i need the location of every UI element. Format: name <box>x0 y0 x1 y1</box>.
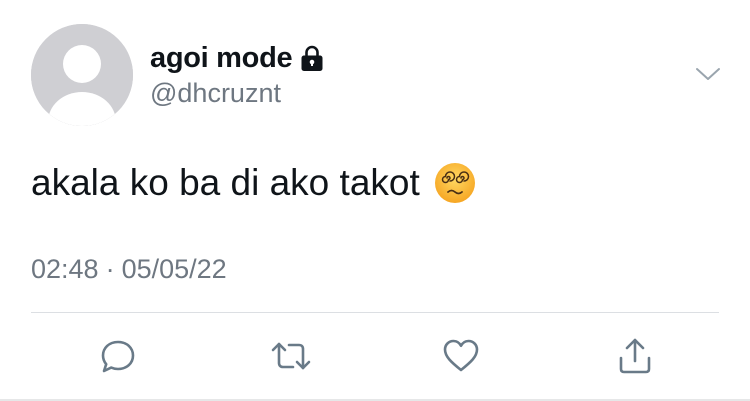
retweet-button[interactable] <box>268 333 314 379</box>
user-handle[interactable]: @dhcruznt <box>150 78 281 109</box>
tweet-timestamp[interactable]: 02:48 · 05/05/22 <box>31 254 227 285</box>
share-icon <box>619 338 651 374</box>
like-button[interactable] <box>438 333 484 379</box>
share-button[interactable] <box>612 333 658 379</box>
divider <box>31 312 719 313</box>
face-with-spiral-eyes-icon <box>434 162 476 204</box>
tweet-card: agoi mode @dhcruznt akala ko ba di ako t… <box>0 0 750 401</box>
lock-icon <box>300 45 324 72</box>
heart-icon <box>443 339 479 372</box>
avatar[interactable] <box>31 24 133 126</box>
speech-bubble-icon <box>101 340 135 373</box>
reply-button[interactable] <box>95 333 141 379</box>
chevron-down-icon[interactable] <box>694 62 722 86</box>
author-name-row: agoi mode <box>150 40 324 76</box>
default-avatar-icon <box>31 24 133 126</box>
retweet-icon <box>271 342 311 370</box>
tweet-time: 02:48 <box>31 254 99 284</box>
tweet-body: akala ko ba di ako takot <box>31 162 476 204</box>
tweet-text: akala ko ba di ako takot <box>31 162 420 203</box>
tweet-actions <box>0 333 750 379</box>
tweet-date: 05/05/22 <box>121 254 227 284</box>
display-name[interactable]: agoi mode <box>150 42 293 75</box>
timestamp-separator: · <box>105 254 115 284</box>
